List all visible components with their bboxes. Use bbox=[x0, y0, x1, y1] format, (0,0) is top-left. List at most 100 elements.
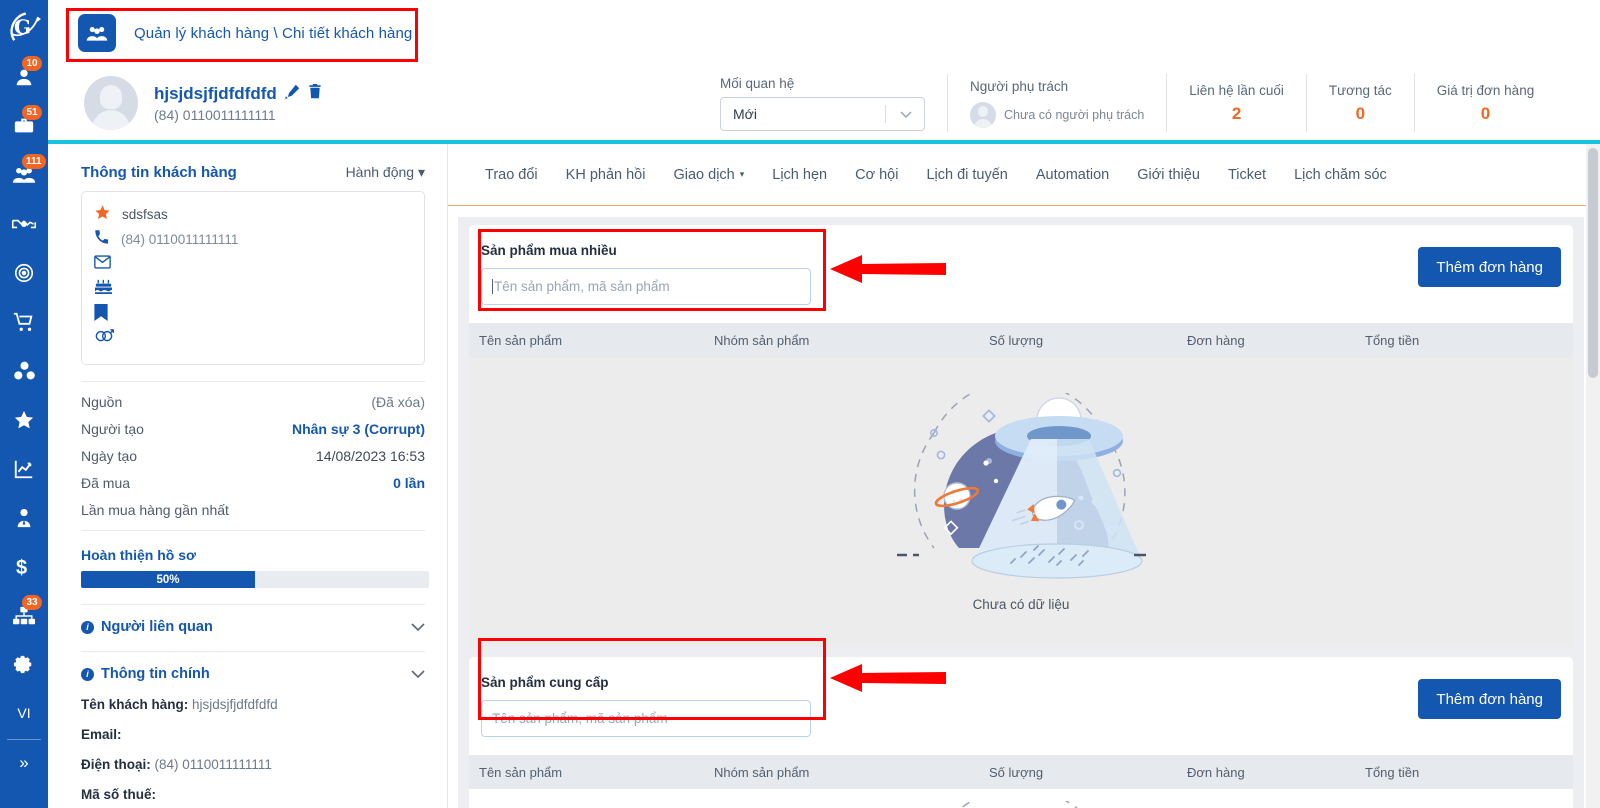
relationship-block: Mối quan hệ Mới bbox=[698, 74, 948, 132]
field-phone: Điện thoại: (84) 0110011111111 bbox=[81, 757, 425, 772]
section-supplied-products: Sản phẩm cung cấp Tên sản phẩm, mã sản p… bbox=[469, 657, 1573, 808]
action-dropdown-label: Hành động bbox=[345, 164, 415, 180]
tab-lich-di-tuyen[interactable]: Lịch đi tuyến bbox=[912, 167, 1021, 183]
contact-info-card: sdsfsas (84) 0110011111111 bbox=[81, 191, 425, 365]
rail-badge-briefcase: 51 bbox=[22, 105, 42, 120]
section-label: Sản phẩm cung cấp bbox=[481, 675, 609, 690]
accordion-main-info[interactable]: i Thông tin chính bbox=[81, 651, 425, 682]
trash-icon[interactable] bbox=[308, 83, 322, 104]
g-planet-logo-icon[interactable]: G bbox=[0, 0, 48, 52]
accordion-title: Thông tin chính bbox=[101, 666, 210, 682]
column-header: Nhóm sản phẩm bbox=[714, 332, 810, 348]
rail-item-dollar[interactable]: $ bbox=[0, 542, 48, 591]
product-search-placeholder: Tên sản phẩm, mã sản phẩm bbox=[492, 711, 668, 726]
owner-name: Chưa có người phụ trách bbox=[1004, 107, 1145, 122]
column-header: Nhóm sản phẩm bbox=[714, 764, 810, 780]
chevron-down-icon bbox=[900, 106, 912, 122]
meta-value: (Đã xóa) bbox=[371, 394, 425, 410]
customer-identity: hjsjdsjfjdfdfdfd (84) 0110011111111 bbox=[154, 83, 322, 123]
rail-item-gear[interactable] bbox=[0, 640, 48, 689]
rail-item-cart[interactable] bbox=[0, 297, 48, 346]
add-order-button-top[interactable]: Thêm đơn hàng bbox=[1418, 247, 1561, 287]
accordion-title: Người liên quan bbox=[101, 619, 213, 635]
field-label: Email: bbox=[81, 727, 122, 742]
tab-bar: Trao đổi KH phản hồi Giao dịch ▾ Lịch hẹn… bbox=[448, 144, 1600, 206]
rail-item-person-tie[interactable] bbox=[0, 493, 48, 542]
meta-key: Đã mua bbox=[81, 475, 131, 491]
tab-ticket[interactable]: Ticket bbox=[1214, 167, 1280, 183]
rail-item-customers[interactable]: 111 bbox=[0, 150, 48, 199]
panel-header: Thông tin khách hàng Hành động ▾ bbox=[81, 164, 425, 181]
tab-trao-doi[interactable]: Trao đổi bbox=[471, 167, 552, 183]
tab-co-hoi[interactable]: Cơ hội bbox=[841, 167, 912, 183]
bookmark-icon bbox=[94, 303, 108, 326]
info-row-birthday bbox=[94, 277, 412, 302]
rail-language-switcher[interactable]: VI bbox=[0, 689, 48, 737]
owner-label: Người phụ trách bbox=[970, 78, 1069, 94]
meta-key: Lần mua hàng gần nhất bbox=[81, 502, 229, 518]
left-nav-rail: G 10 51 111 $ 33 VI » bbox=[0, 0, 48, 808]
envelope-icon bbox=[94, 255, 111, 274]
owner-value-row[interactable]: Chưa có người phụ trách bbox=[970, 101, 1145, 128]
rail-item-user[interactable]: 10 bbox=[0, 52, 48, 101]
page-scrollbar[interactable] bbox=[1586, 144, 1600, 808]
customer-info-panel: Thông tin khách hàng Hành động ▾ sdsfsas… bbox=[48, 144, 448, 808]
field-label: Tên khách hàng: bbox=[81, 697, 189, 712]
tab-label: Ticket bbox=[1227, 166, 1267, 183]
rail-item-target[interactable] bbox=[0, 248, 48, 297]
star-icon bbox=[94, 204, 111, 226]
rail-item-star[interactable] bbox=[0, 395, 48, 444]
main-content: Trao đổi KH phản hồi Giao dịch ▾ Lịch hẹn… bbox=[448, 144, 1600, 808]
tab-label: Trao đổi bbox=[485, 166, 538, 183]
ufo-space-illustration bbox=[889, 789, 1154, 808]
rail-badge-customers: 111 bbox=[22, 154, 46, 169]
rail-item-org-chart[interactable]: 33 bbox=[0, 591, 48, 640]
accordion-related-people[interactable]: i Người liên quan bbox=[81, 604, 425, 635]
customers-group-icon bbox=[78, 14, 116, 52]
chevron-double-right-icon[interactable]: » bbox=[0, 740, 48, 786]
tab-kh-phan-hoi[interactable]: KH phản hồi bbox=[552, 167, 660, 183]
meta-row-creator: Người tạo Nhân sự 3 (Corrupt) bbox=[81, 421, 425, 437]
metric-value: 2 bbox=[1231, 103, 1242, 123]
product-search-input-top[interactable]: Tên sản phẩm, mã sản phẩm bbox=[481, 268, 811, 305]
column-header: Số lượng bbox=[989, 332, 1044, 348]
info-row-star: sdsfsas bbox=[94, 202, 412, 227]
scrollbar-thumb[interactable] bbox=[1588, 148, 1598, 378]
tab-lich-hen[interactable]: Lịch hẹn bbox=[758, 167, 841, 183]
metric-value: 0 bbox=[1355, 103, 1366, 123]
metric-label: Liên hệ lần cuối bbox=[1189, 82, 1284, 98]
tab-automation[interactable]: Automation bbox=[1022, 167, 1123, 183]
tab-giao-dich[interactable]: Giao dịch ▾ bbox=[659, 167, 758, 183]
rail-item-chart[interactable] bbox=[0, 444, 48, 493]
rail-item-handshake[interactable] bbox=[0, 199, 48, 248]
breadcrumb-bar: Quản lý khách hàng \ Chi tiết khách hàng bbox=[48, 0, 1600, 66]
profile-completion-percent: 50% bbox=[156, 573, 180, 586]
metric-last-contact: Liên hệ lần cuối 2 bbox=[1167, 74, 1307, 132]
empty-state-bottom bbox=[469, 789, 1573, 808]
relationship-select[interactable]: Mới bbox=[720, 96, 925, 131]
chevron-down-icon bbox=[411, 620, 425, 635]
add-order-button-bottom[interactable]: Thêm đơn hàng bbox=[1418, 679, 1561, 719]
svg-text:$: $ bbox=[16, 557, 27, 579]
action-dropdown[interactable]: Hành động ▾ bbox=[346, 164, 425, 181]
product-search-input-bottom[interactable]: Tên sản phẩm, mã sản phẩm bbox=[481, 700, 811, 737]
tab-label: Lịch chăm sóc bbox=[1294, 166, 1387, 183]
meta-row-purchased: Đã mua 0 lần bbox=[81, 475, 425, 491]
rail-item-briefcase[interactable]: 51 bbox=[0, 101, 48, 150]
tab-gioi-thieu[interactable]: Giới thiệu bbox=[1123, 167, 1214, 183]
column-header: Tổng tiền bbox=[1365, 764, 1420, 780]
rail-item-boxes[interactable] bbox=[0, 346, 48, 395]
breadcrumb[interactable]: Quản lý khách hàng \ Chi tiết khách hàng bbox=[134, 25, 412, 42]
field-value[interactable]: (84) 0110011111111 bbox=[155, 757, 272, 772]
meta-value[interactable]: Nhân sự 3 (Corrupt) bbox=[292, 421, 425, 437]
metric-value: 0 bbox=[1480, 103, 1491, 123]
info-phone-text[interactable]: (84) 0110011111111 bbox=[121, 232, 238, 247]
pencil-icon[interactable] bbox=[284, 84, 300, 104]
rail-badge-user: 10 bbox=[22, 56, 42, 71]
meta-key: Người tạo bbox=[81, 421, 144, 437]
section-frequently-bought-products: Sản phẩm mua nhiều Tên sản phẩm, mã sản … bbox=[469, 225, 1573, 647]
page-title: hjsjdsjfjdfdfdfd bbox=[154, 83, 322, 104]
meta-row-created-date: Ngày tạo 14/08/2023 16:53 bbox=[81, 448, 425, 464]
tab-lich-cham-soc[interactable]: Lịch chăm sóc bbox=[1280, 167, 1401, 183]
phone-icon bbox=[94, 229, 110, 250]
